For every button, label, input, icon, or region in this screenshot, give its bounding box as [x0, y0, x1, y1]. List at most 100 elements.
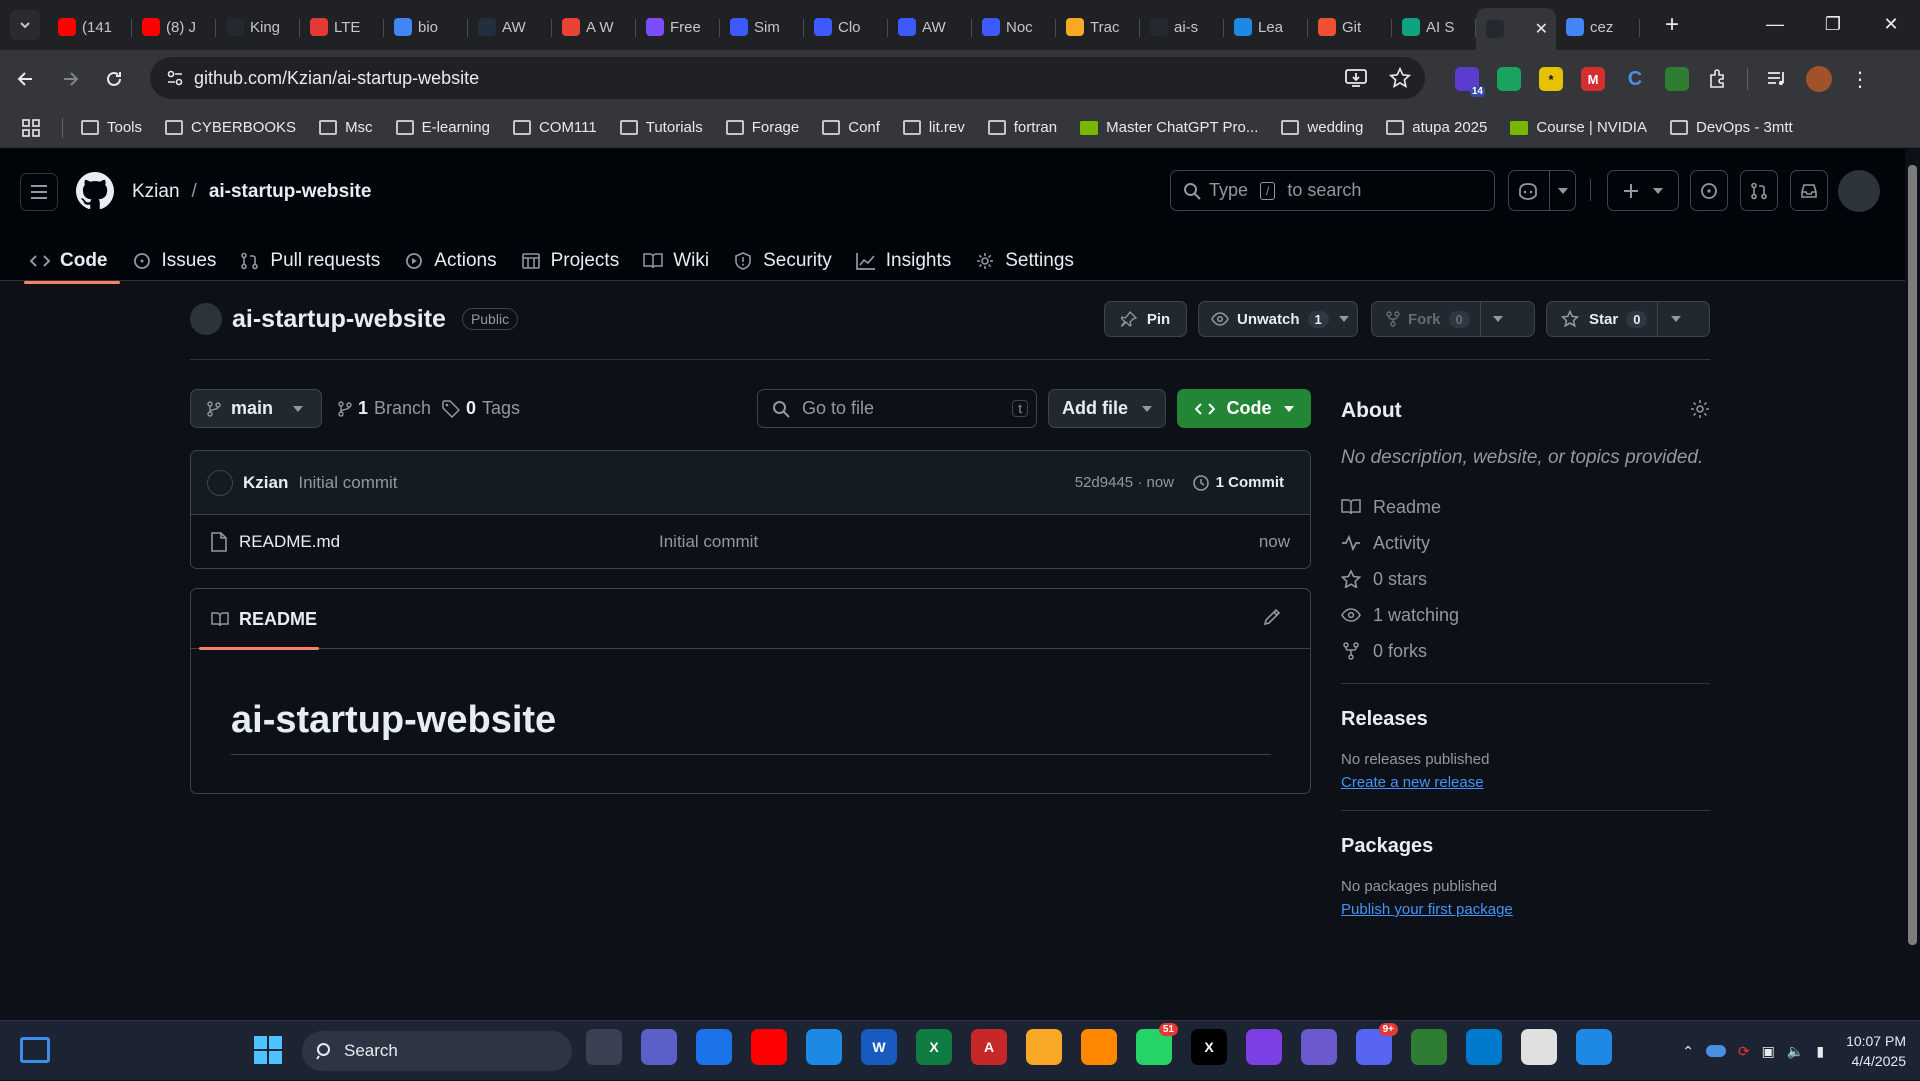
vscode-icon[interactable]	[1466, 1029, 1502, 1065]
breadcrumb-repo[interactable]: ai-startup-website	[209, 181, 372, 203]
about-item[interactable]: 0 stars	[1341, 561, 1710, 597]
bookmark-item[interactable]: Forage	[725, 119, 799, 136]
repo-tab-actions[interactable]: Actions	[392, 241, 508, 281]
paint-icon[interactable]	[1576, 1029, 1612, 1065]
scrollbar-thumb[interactable]	[1908, 165, 1917, 945]
tab-search-button[interactable]	[10, 10, 40, 40]
menu-button[interactable]	[20, 173, 58, 211]
pull-requests-button[interactable]	[1740, 170, 1778, 211]
fork-dropdown-icon[interactable]	[1479, 302, 1516, 336]
profile-avatar[interactable]	[1806, 66, 1832, 92]
close-tab-icon[interactable]: ✕	[1535, 19, 1548, 39]
browser-tab[interactable]: Git	[1308, 9, 1392, 45]
restore-button[interactable]: ❐	[1804, 0, 1862, 48]
browser-tab[interactable]: Sim	[720, 9, 804, 45]
vlc-icon[interactable]	[1081, 1029, 1117, 1065]
media-control-icon[interactable]	[1766, 69, 1788, 89]
pin-button[interactable]: Pin	[1104, 301, 1187, 337]
file-name[interactable]: README.md	[239, 532, 340, 552]
volume-icon[interactable]: 🔈	[1787, 1043, 1804, 1060]
inbox-button[interactable]	[1790, 170, 1828, 211]
commit-author-avatar[interactable]	[207, 469, 233, 496]
issues-button[interactable]	[1690, 170, 1728, 211]
reload-button[interactable]	[96, 61, 132, 97]
github-logo-icon[interactable]	[76, 172, 114, 210]
browser-tab[interactable]: AI S	[1392, 9, 1476, 45]
extension-badge-icon[interactable]: 14	[1455, 67, 1485, 97]
user-avatar[interactable]	[1838, 170, 1880, 212]
browser-tab[interactable]: A W	[552, 9, 636, 45]
widgets-icon[interactable]	[20, 1037, 50, 1063]
create-new-button[interactable]	[1607, 170, 1679, 211]
bookmark-item[interactable]: Conf	[822, 119, 880, 136]
bookmark-item[interactable]: Tools	[81, 119, 142, 136]
url-text[interactable]: github.com/Kzian/ai-startup-website	[194, 68, 479, 89]
copilot-dropdown-icon[interactable]	[1548, 171, 1568, 210]
excel-icon[interactable]: X	[916, 1029, 952, 1065]
whatsapp-icon[interactable]: 51	[1136, 1023, 1178, 1065]
star-button[interactable]: Star 0	[1546, 301, 1710, 337]
browser-tab[interactable]: King	[216, 9, 300, 45]
readme-tab[interactable]: README	[199, 589, 319, 650]
chrome-icon[interactable]	[696, 1029, 732, 1065]
minimize-button[interactable]: —	[1746, 0, 1804, 48]
taskbar-search[interactable]: Search	[302, 1031, 572, 1071]
branches-link[interactable]: 1 Branch	[338, 389, 431, 428]
bookmark-item[interactable]: wedding	[1281, 119, 1363, 136]
acrobat-icon[interactable]: A	[971, 1029, 1007, 1065]
bookmark-item[interactable]: Msc	[319, 119, 373, 136]
tray-overflow-icon[interactable]: ⌃	[1682, 1043, 1694, 1060]
extension-green-icon[interactable]	[1497, 67, 1521, 91]
releases-title[interactable]: Releases	[1341, 708, 1710, 731]
about-item[interactable]: Activity	[1341, 525, 1710, 561]
commit-sha[interactable]: 52d9445 · now	[1075, 474, 1174, 491]
bookmark-item[interactable]: DevOps - 3mtt	[1669, 119, 1793, 136]
commit-history-link[interactable]: 1 Commit	[1192, 474, 1284, 492]
browser-tab[interactable]: Lea	[1224, 9, 1308, 45]
browser-tab[interactable]: cez	[1556, 9, 1640, 45]
snip-icon[interactable]	[1411, 1029, 1447, 1065]
notion-ai-icon[interactable]	[1301, 1029, 1337, 1065]
owner-avatar[interactable]	[190, 303, 222, 335]
onedrive-icon[interactable]	[1705, 1045, 1726, 1057]
global-search-input[interactable]: Type / to search	[1170, 170, 1495, 211]
repo-tab-insights[interactable]: Insights	[844, 241, 963, 281]
file-explorer-icon[interactable]	[1026, 1029, 1062, 1065]
site-info-icon[interactable]	[166, 69, 184, 87]
forward-button[interactable]	[52, 61, 88, 97]
about-item[interactable]: 0 forks	[1341, 633, 1710, 669]
notepad-icon[interactable]	[806, 1029, 842, 1065]
extension-c-icon[interactable]: C	[1623, 67, 1647, 91]
browser-tab[interactable]: AW	[468, 9, 552, 45]
browser-menu-button[interactable]: ⋮	[1850, 67, 1870, 92]
network-icon[interactable]: ▣	[1762, 1043, 1775, 1060]
repo-tab-projects[interactable]: Projects	[509, 241, 632, 281]
copilot-button[interactable]	[1508, 170, 1576, 211]
fork-button[interactable]: Fork 0	[1371, 301, 1535, 337]
repo-tab-security[interactable]: Security	[721, 241, 844, 281]
bookmark-item[interactable]: Course | NVIDIA	[1510, 119, 1647, 136]
browser-tab[interactable]: bio	[384, 9, 468, 45]
bookmark-star-icon[interactable]	[1389, 67, 1411, 89]
address-bar[interactable]: github.com/Kzian/ai-startup-website	[150, 57, 1425, 99]
browser-tab[interactable]: (141	[48, 9, 132, 45]
start-button[interactable]	[254, 1036, 282, 1064]
about-item[interactable]: 1 watching	[1341, 597, 1710, 633]
extension-red-icon[interactable]: M	[1581, 67, 1605, 91]
browser-tab[interactable]: ✕	[1476, 8, 1556, 50]
extensions-puzzle-icon[interactable]	[1707, 68, 1729, 90]
browser-tab[interactable]: LTE	[300, 9, 384, 45]
about-settings-button[interactable]	[1690, 399, 1710, 419]
go-to-file-input[interactable]: Go to file t	[757, 389, 1037, 428]
tags-link[interactable]: 0 Tags	[442, 389, 520, 428]
browser-tab[interactable]: (8) J	[132, 9, 216, 45]
apps-grid-icon[interactable]	[22, 118, 40, 137]
install-app-icon[interactable]	[1345, 68, 1367, 88]
extension-asterisk-icon[interactable]: *	[1539, 67, 1563, 91]
page-scrollbar[interactable]	[1905, 149, 1920, 1018]
new-tab-button[interactable]: +	[1658, 11, 1686, 39]
repo-name[interactable]: ai-startup-website	[232, 305, 446, 334]
edit-readme-button[interactable]	[1262, 607, 1282, 627]
repo-tab-issues[interactable]: Issues	[120, 241, 229, 281]
packages-title[interactable]: Packages	[1341, 835, 1710, 858]
